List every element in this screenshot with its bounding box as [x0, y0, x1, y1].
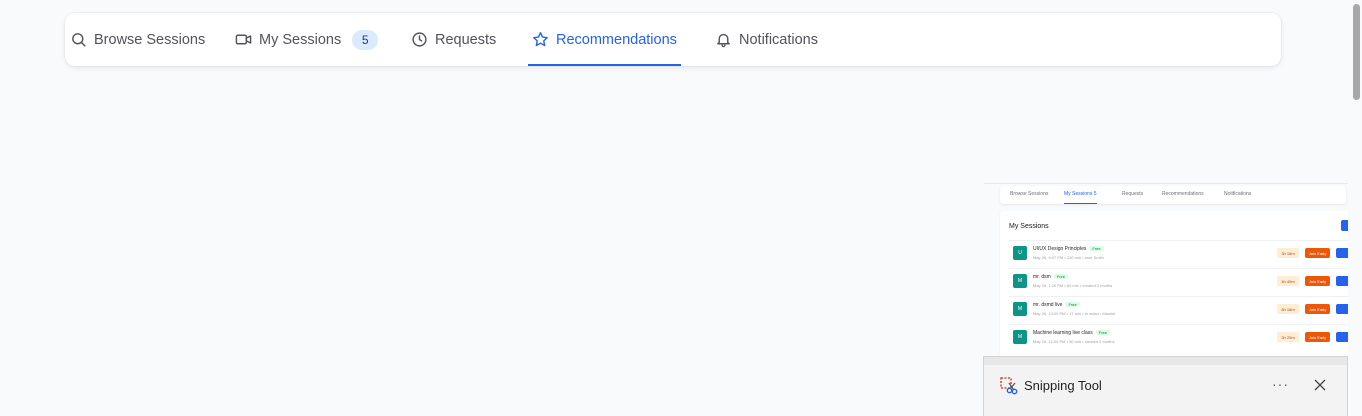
thumbnail-session-row: M Machine learning live class Free May 26…: [1009, 324, 1348, 348]
thumbnail-tabs: Browse Sessions My Sessions 5 Requests R…: [1000, 186, 1346, 204]
join-early-button: Join Early: [1305, 304, 1330, 314]
avatar: M: [1013, 330, 1027, 344]
thumbnail-session-row: M mr. dsm Free May 26, 1:26 PM • 60 min •…: [1009, 268, 1348, 292]
avatar: U: [1013, 246, 1027, 260]
tab-notifications[interactable]: Notifications: [715, 13, 818, 66]
thumbnail-tab: Recommendations: [1162, 191, 1204, 197]
thumbnail-tab: Requests: [1122, 191, 1144, 197]
view-button: [1336, 248, 1348, 258]
session-meta: May 26, 1:26 PM • 60 min • created 2 boo…: [1033, 283, 1113, 288]
thumbnail-new-button: [1341, 220, 1348, 231]
session-title: Machine learning live class Free: [1033, 330, 1110, 336]
view-button: [1336, 276, 1348, 286]
session-title: mr. dsm Free: [1033, 274, 1069, 280]
thumbnail-tab: Browse Sessions: [1010, 191, 1049, 197]
scrollbar[interactable]: [1351, 0, 1362, 416]
snipping-tool-notification[interactable]: Snipping Tool ···: [983, 356, 1348, 416]
time-badge: 3h 16m: [1277, 248, 1299, 258]
join-early-button: Join Early: [1305, 276, 1330, 286]
session-title: mr. dsmd live Free: [1033, 302, 1080, 308]
close-icon[interactable]: [1313, 378, 1327, 392]
session-meta: May 26, 12:05 PM • 30 min • created 2 bo…: [1033, 339, 1115, 344]
bell-icon: [717, 33, 730, 48]
tab-my-sessions[interactable]: My Sessions 5: [235, 13, 379, 66]
thumbnail-heading: My Sessions: [1009, 223, 1049, 230]
tab-browse-sessions[interactable]: Browse Sessions: [70, 13, 205, 66]
star-icon: [533, 32, 548, 47]
tab-label: Recommendations: [556, 31, 677, 48]
scrollbar-thumb[interactable]: [1353, 4, 1360, 100]
taskbar-strip: [984, 357, 1347, 365]
thumbnail-tab: My Sessions 5: [1064, 191, 1097, 204]
clock-icon: [412, 32, 427, 47]
snip-thumbnail[interactable]: Browse Sessions My Sessions 5 Requests R…: [984, 183, 1348, 359]
thumbnail-tab: Notifications: [1224, 191, 1252, 197]
tab-recommendations[interactable]: Recommendations: [528, 13, 681, 66]
time-badge: 4h 40m: [1277, 276, 1299, 286]
time-badge: 8h 16m: [1277, 304, 1299, 314]
join-early-button: Join Early: [1305, 332, 1330, 342]
video-icon: [235, 34, 252, 45]
view-button: [1336, 304, 1348, 314]
notification-title: Snipping Tool: [1024, 378, 1102, 393]
search-icon: [72, 33, 86, 47]
navigation-tabs: Browse Sessions My Sessions 5 Requests R…: [65, 13, 1281, 66]
snipping-tool-icon: [1000, 377, 1018, 395]
tab-label: Notifications: [739, 31, 818, 48]
session-title: UI/UX Design Principles Free: [1033, 246, 1104, 252]
tab-label: Requests: [435, 31, 497, 48]
tab-label: Browse Sessions: [94, 31, 206, 48]
thumbnail-session-row: M mr. dsmd live Free May 26, 10:00 PM • 1…: [1009, 296, 1348, 320]
session-meta: May 26, 9:07 PM • 120 min • user Smith: [1033, 255, 1104, 260]
session-count-badge: 5: [352, 29, 379, 50]
view-button: [1336, 332, 1348, 342]
tab-label: My Sessions: [259, 31, 342, 48]
more-options-button[interactable]: ···: [1272, 376, 1289, 392]
thumbnail-session-row: U UI/UX Design Principles Free May 26, 9:…: [1009, 240, 1348, 264]
thumbnail-sessions-card: My Sessions U UI/UX Design Principles Fre…: [1000, 211, 1348, 359]
join-early-button: Join Early: [1305, 248, 1330, 258]
session-meta: May 26, 10:00 PM • 17 min • in mdsd • Ma…: [1033, 311, 1116, 316]
avatar: M: [1013, 274, 1027, 288]
tab-requests[interactable]: Requests: [411, 13, 496, 66]
time-badge: 3h 25m: [1277, 332, 1299, 342]
avatar: M: [1013, 302, 1027, 316]
